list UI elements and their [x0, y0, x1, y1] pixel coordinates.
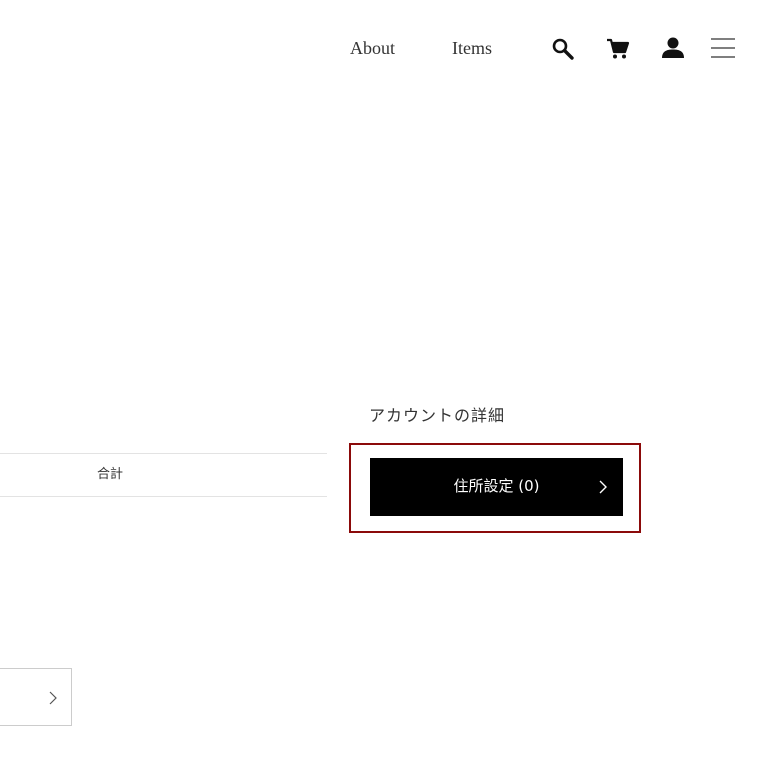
chevron-right-icon [598, 479, 608, 499]
nav-about-link[interactable]: About [350, 36, 395, 60]
chevron-right-icon [48, 690, 58, 710]
orders-table-header: 合計 [0, 453, 327, 497]
address-settings-button[interactable]: 住所設定 (0) [370, 458, 623, 516]
account-details-heading: アカウントの詳細 [369, 406, 506, 425]
column-total-header: 合計 [97, 467, 124, 482]
search-icon[interactable] [551, 37, 575, 61]
address-settings-label: 住所設定 (0) [453, 477, 540, 495]
nav-items-link[interactable]: Items [452, 36, 492, 60]
menu-icon[interactable] [711, 38, 735, 58]
user-icon[interactable] [661, 37, 685, 59]
cart-icon[interactable] [606, 38, 630, 60]
next-page-button[interactable] [0, 668, 72, 726]
